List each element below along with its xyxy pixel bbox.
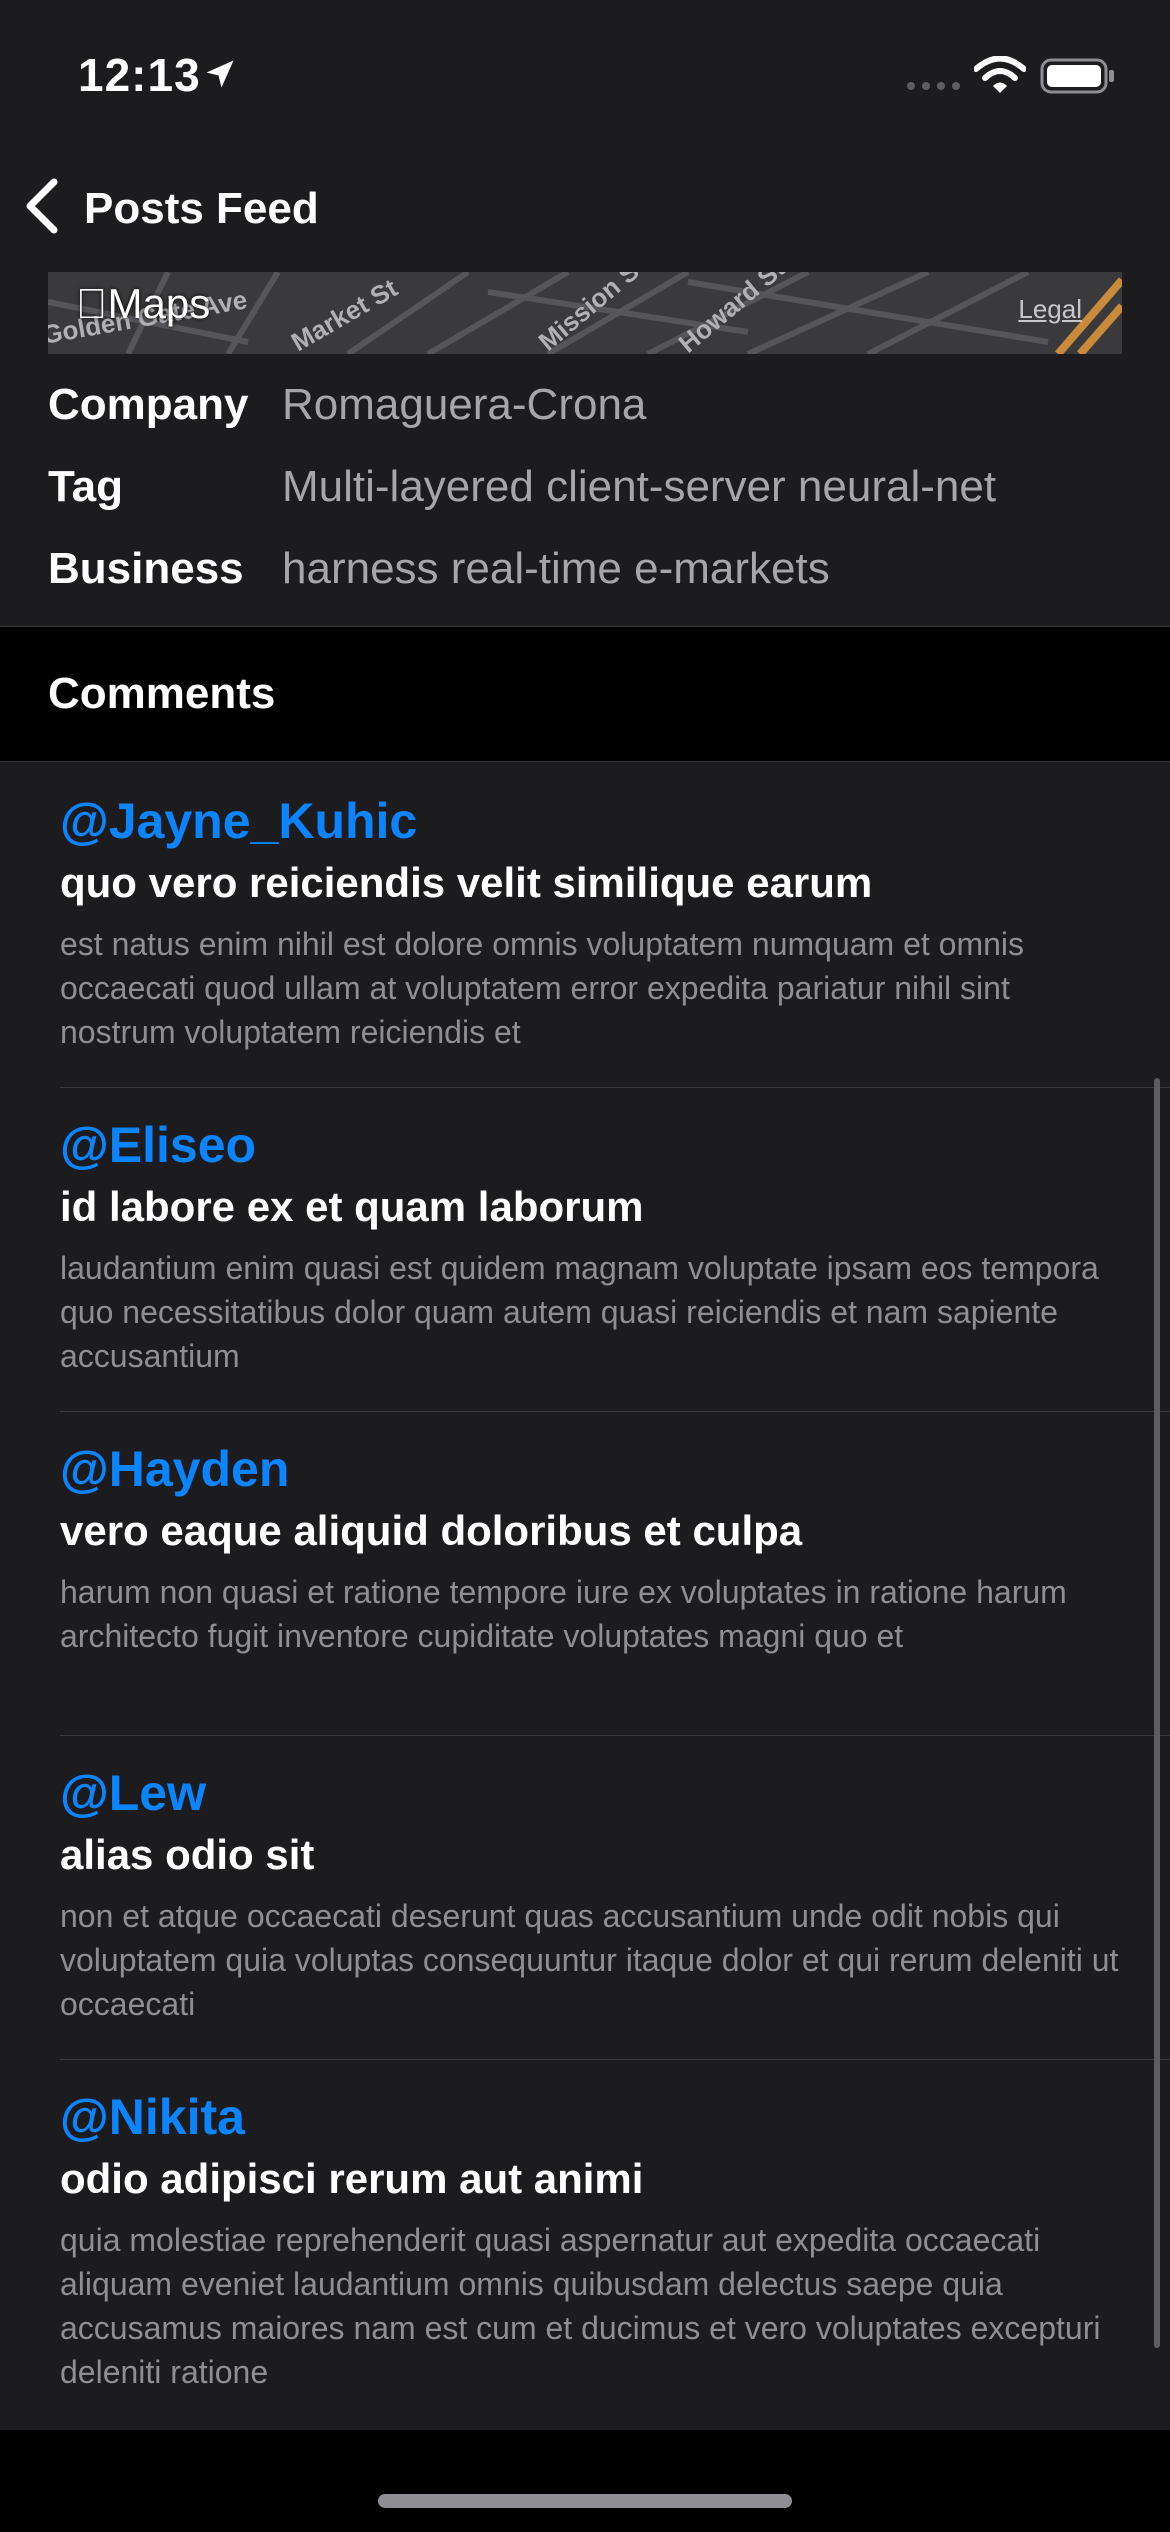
comment-title: vero eaque aliquid doloribus et culpa bbox=[60, 1507, 803, 1554]
home-indicator[interactable] bbox=[378, 2494, 792, 2508]
battery-icon bbox=[1040, 58, 1114, 94]
info-label: Company bbox=[48, 380, 249, 429]
comment-item[interactable]: @Lew alias odio sit non et atque occaeca… bbox=[0, 1736, 1170, 2060]
comment-item[interactable]: @Hayden vero eaque aliquid doloribus et … bbox=[0, 1412, 1170, 1736]
comment-username[interactable]: @Eliseo bbox=[60, 1116, 256, 1174]
comment-title: odio adipisci rerum aut animi bbox=[60, 2155, 644, 2202]
comments-section-header: Comments bbox=[0, 626, 1170, 762]
status-time: 12:13 bbox=[78, 49, 201, 101]
info-row-company: Company Romaguera-Crona bbox=[48, 380, 1148, 440]
info-label: Business bbox=[48, 544, 244, 593]
status-bar: 12:13 bbox=[0, 0, 1170, 150]
comment-username[interactable]: @Lew bbox=[60, 1764, 206, 1822]
map-view[interactable]: Golden Gate Ave Market St Mission St How… bbox=[48, 272, 1122, 354]
vertical-scrollbar[interactable] bbox=[1154, 1078, 1160, 2348]
map-legal-link[interactable]: Legal bbox=[1018, 294, 1082, 325]
back-button-title[interactable]: Posts Feed bbox=[84, 184, 319, 234]
info-label: Tag bbox=[48, 462, 123, 511]
comment-username[interactable]: @Jayne_Kuhic bbox=[60, 792, 417, 850]
comment-title: quo vero reiciendis velit similique earu… bbox=[60, 859, 873, 906]
comment-body: non et atque occaecati deserunt quas acc… bbox=[60, 1898, 1119, 2022]
navigation-bar: Posts Feed bbox=[0, 150, 1170, 272]
wifi-icon bbox=[974, 56, 1026, 93]
info-row-tag: Tag Multi-layered client-server neural-n… bbox=[48, 462, 1148, 522]
home-indicator-area bbox=[0, 2430, 1170, 2532]
comment-body: est natus enim nihil est dolore omnis vo… bbox=[60, 926, 1025, 1050]
comments-title: Comments bbox=[48, 669, 276, 718]
comment-title: id labore ex et quam laborum bbox=[60, 1183, 644, 1230]
maps-logo-label: Maps bbox=[76, 280, 211, 327]
comment-item[interactable]: @Eliseo id labore ex et quam laborum lau… bbox=[0, 1088, 1170, 1412]
location-arrow-icon bbox=[206, 60, 234, 88]
info-value: Multi-layered client-server neural-net bbox=[282, 462, 997, 511]
comment-item[interactable]: @Nikita odio adipisci rerum aut animi qu… bbox=[0, 2060, 1170, 2430]
comment-username[interactable]: @Nikita bbox=[60, 2088, 245, 2146]
comment-title: alias odio sit bbox=[60, 1831, 315, 1878]
info-value: harness real-time e-markets bbox=[282, 544, 830, 593]
comment-body: quia molestiae reprehenderit quasi asper… bbox=[60, 2222, 1101, 2390]
apple-maps-logo: Maps bbox=[76, 280, 210, 328]
comment-item[interactable]: @Jayne_Kuhic quo vero reiciendis velit s… bbox=[0, 764, 1170, 1088]
info-row-business: Business harness real-time e-markets bbox=[48, 544, 1148, 604]
comment-username[interactable]: @Hayden bbox=[60, 1440, 289, 1498]
info-value: Romaguera-Crona bbox=[282, 380, 647, 429]
post-detail-scroll[interactable]: Golden Gate Ave Market St Mission St How… bbox=[0, 272, 1170, 2430]
comment-body: harum non quasi et ratione tempore iure … bbox=[60, 1574, 1067, 1654]
chevron-left-icon[interactable] bbox=[22, 176, 62, 236]
cellular-signal-icon bbox=[907, 82, 960, 90]
comment-body: laudantium enim quasi est quidem magnam … bbox=[60, 1250, 1099, 1374]
